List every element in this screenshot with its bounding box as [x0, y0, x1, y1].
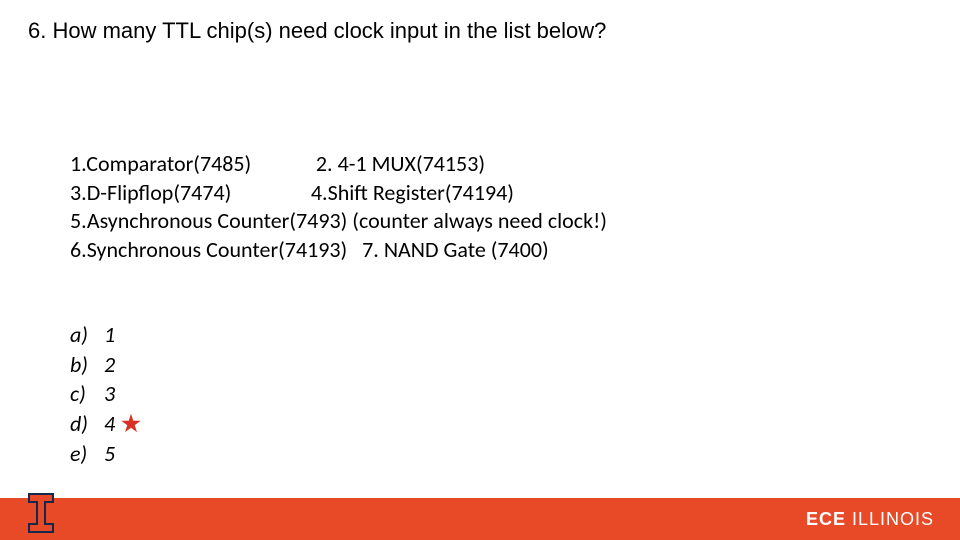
chip-row-2: 3.D-Flipflop(7474) 4.Shift Register(7419…	[70, 179, 607, 208]
option-value: 1	[104, 320, 115, 350]
question-text: 6. How many TTL chip(s) need clock input…	[28, 18, 606, 44]
correct-star-icon: ★	[121, 409, 141, 439]
option-letter: a)	[70, 320, 104, 350]
chip-4: 4.Shift Register(74194)	[311, 179, 514, 206]
option-letter: d)	[70, 409, 104, 439]
chip-list: 1.Comparator(7485) 2. 4-1 MUX(74153) 3.D…	[70, 150, 607, 264]
option-letter: b)	[70, 350, 104, 380]
ece-illinois-wordmark: ECE ILLINOIS	[806, 509, 934, 530]
chip-row-1: 1.Comparator(7485) 2. 4-1 MUX(74153)	[70, 150, 607, 179]
option-b: b) 2	[70, 350, 141, 380]
option-e: e) 5	[70, 439, 141, 469]
chip-3: 3.D-Flipflop(7474)	[70, 179, 231, 206]
ece-text: ECE	[806, 509, 846, 529]
chip-row-3: 5.Asynchronous Counter(7493) (counter al…	[70, 207, 607, 236]
chip-7: 7. NAND Gate (7400)	[362, 236, 549, 263]
option-c: c) 3	[70, 379, 141, 409]
chip-1: 1.Comparator(7485)	[70, 150, 251, 177]
option-value: 5	[104, 439, 115, 469]
option-a: a) 1	[70, 320, 141, 350]
option-value: 2	[104, 350, 115, 380]
chip-6: 6.Synchronous Counter(74193)	[70, 236, 347, 263]
option-value: 4	[104, 409, 115, 439]
illinois-block-i-icon	[28, 493, 54, 533]
chip-2: 2. 4-1 MUX(74153)	[316, 150, 485, 177]
chip-row-4: 6.Synchronous Counter(74193) 7. NAND Gat…	[70, 236, 607, 265]
footer-bar: ECE ILLINOIS	[0, 498, 960, 540]
answer-options: a) 1 b) 2 c) 3 d) 4 ★ e) 5	[70, 320, 141, 468]
option-letter: e)	[70, 439, 104, 469]
option-letter: c)	[70, 379, 104, 409]
option-value: 3	[104, 379, 115, 409]
chip-5: 5.Asynchronous Counter(7493) (counter al…	[70, 207, 607, 234]
option-d: d) 4 ★	[70, 409, 141, 439]
illinois-text: ILLINOIS	[846, 509, 934, 529]
